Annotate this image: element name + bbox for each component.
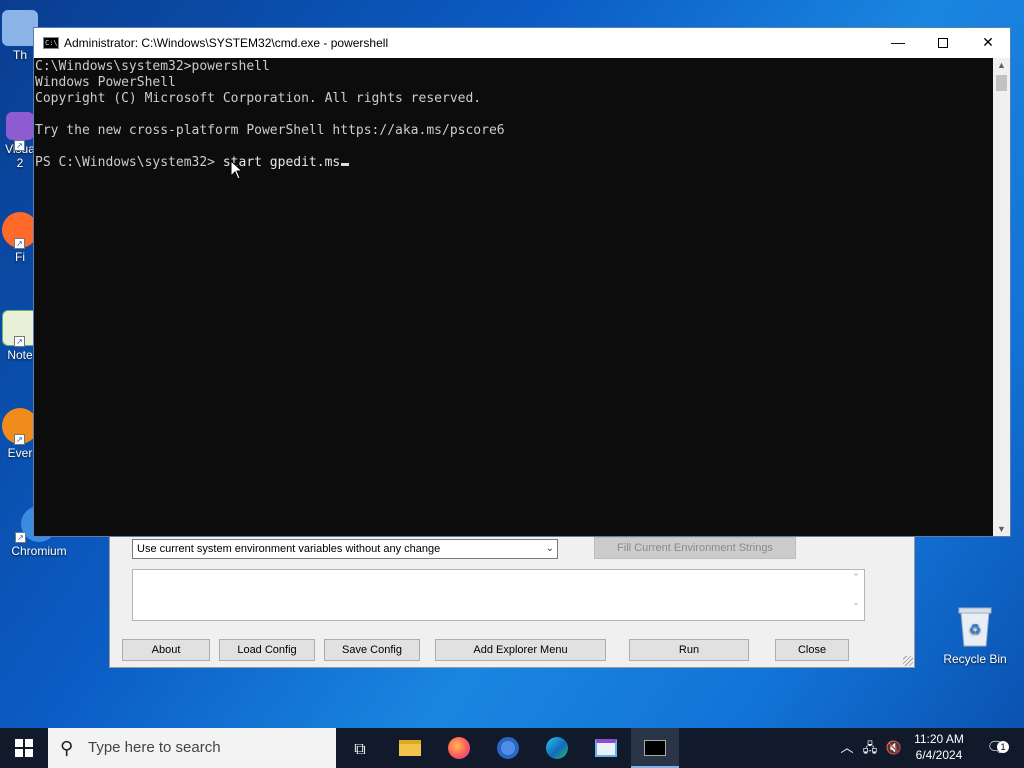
console-prompt-line[interactable]: PS C:\Windows\system32> start gpedit.ms (35, 155, 994, 171)
scroll-up-icon: ⌃ (852, 572, 860, 582)
taskbar-search-box[interactable]: ⚲ Type here to search (48, 728, 336, 768)
volume-muted-icon: 🔇 (885, 740, 903, 755)
load-config-button[interactable]: Load Config (219, 639, 315, 661)
minimize-icon: — (891, 34, 905, 50)
task-view-button[interactable]: ⧉ (336, 728, 384, 768)
clock-date: 6/4/2024 (915, 748, 963, 762)
close-icon: ✕ (982, 34, 994, 50)
scrollbar-thumb[interactable] (996, 75, 1007, 91)
search-placeholder: Type here to search (88, 739, 221, 756)
recycle-bin-icon: ♻ (958, 607, 992, 647)
firefox-icon (448, 737, 470, 759)
svg-text:♻: ♻ (969, 622, 982, 638)
windows-logo-icon (15, 739, 33, 757)
console-line: Copyright (C) Microsoft Corporation. All… (35, 91, 482, 106)
shortcut-arrow-icon: ↗ (14, 238, 25, 249)
console-scrollbar[interactable]: ▲ ▼ (993, 58, 1010, 536)
taskbar-console[interactable] (631, 728, 679, 768)
scroll-down-icon: ⌄ (852, 597, 860, 607)
search-icon: ⚲ (60, 738, 74, 758)
close-window-button[interactable]: ✕ (965, 28, 1011, 58)
textarea-scrollbar[interactable]: ⌃ ⌄ (848, 570, 864, 620)
desktop-icon-label: Chromium (11, 544, 67, 558)
add-explorer-menu-button[interactable]: Add Explorer Menu (435, 639, 606, 661)
shortcut-arrow-icon: ↗ (14, 140, 25, 151)
environment-select[interactable]: Use current system environment variables… (132, 539, 558, 559)
console-icon (644, 740, 666, 756)
network-tray-button[interactable]: 🖧 (860, 728, 880, 768)
desktop-icon-label: Recycle Bin (943, 652, 1007, 666)
show-hidden-icons-button[interactable]: ︿ (838, 728, 856, 768)
window-title: Administrator: C:\Windows\SYSTEM32\cmd.e… (64, 36, 389, 50)
visual-studio-icon (6, 112, 34, 140)
text-editor-icon (595, 739, 617, 757)
resize-grip-icon[interactable] (903, 656, 913, 666)
console-output[interactable]: C:\Windows\system32>powershell Windows Po… (34, 58, 994, 536)
close-button[interactable]: Close (775, 639, 849, 661)
taskbar-chromium[interactable] (484, 728, 532, 768)
console-line: Try the new cross-platform PowerShell ht… (35, 123, 505, 138)
minimize-button[interactable]: — (875, 28, 921, 58)
chevron-down-icon: ⌄ (545, 543, 554, 554)
shortcut-arrow-icon: ↗ (14, 336, 25, 347)
console-window: C:\_ Administrator: C:\Windows\SYSTEM32\… (33, 27, 1011, 537)
shortcut-arrow-icon: ↗ (15, 532, 26, 543)
maximize-icon (938, 38, 948, 49)
cmd-app-icon: C:\_ (43, 37, 62, 49)
save-config-button[interactable]: Save Config (324, 639, 420, 661)
desktop-icon-recycle-bin[interactable]: ♻ Recycle Bin (935, 604, 1015, 666)
taskbar-text-editor[interactable] (582, 728, 630, 768)
volume-tray-button[interactable]: 🔇 (884, 728, 904, 768)
text-cursor (341, 163, 350, 166)
network-icon: 🖧 (862, 740, 878, 755)
mouse-pointer-icon (230, 160, 244, 180)
task-view-icon: ⧉ (354, 741, 366, 758)
maximize-button[interactable] (920, 28, 966, 58)
chromium-icon (497, 737, 519, 759)
chevron-up-icon: ︿ (840, 740, 854, 755)
scroll-down-icon[interactable]: ▼ (993, 524, 1010, 534)
console-titlebar[interactable]: C:\_ Administrator: C:\Windows\SYSTEM32\… (34, 28, 1010, 58)
run-button[interactable]: Run (629, 639, 749, 661)
environment-textarea[interactable]: ⌃ ⌄ (132, 569, 865, 621)
start-button[interactable] (0, 728, 48, 768)
clock-time: 11:20 AM (914, 732, 964, 746)
about-button[interactable]: About (122, 639, 210, 661)
taskbar-edge[interactable] (533, 728, 581, 768)
taskbar: ⚲ Type here to search ⧉ ︿ 🖧 🔇 11:20 AM 6… (0, 728, 1024, 768)
shortcut-arrow-icon: ↗ (14, 434, 25, 445)
action-center-button[interactable]: 🗨 1 (982, 728, 1010, 768)
console-line: C:\Windows\system32>powershell (35, 59, 270, 74)
edge-icon (546, 737, 568, 759)
taskbar-clock[interactable]: 11:20 AM 6/4/2024 (904, 731, 974, 763)
folder-icon (399, 740, 421, 756)
environment-select-value: Use current system environment variables… (137, 543, 441, 555)
console-prompt: PS C:\Windows\system32> (35, 155, 223, 170)
taskbar-firefox[interactable] (435, 728, 483, 768)
notification-count: 1 (997, 741, 1009, 753)
console-line: Windows PowerShell (35, 75, 176, 90)
taskbar-file-explorer[interactable] (386, 728, 434, 768)
fill-environment-strings-button: Fill Current Environment Strings (594, 537, 796, 559)
scroll-up-icon[interactable]: ▲ (993, 60, 1010, 70)
